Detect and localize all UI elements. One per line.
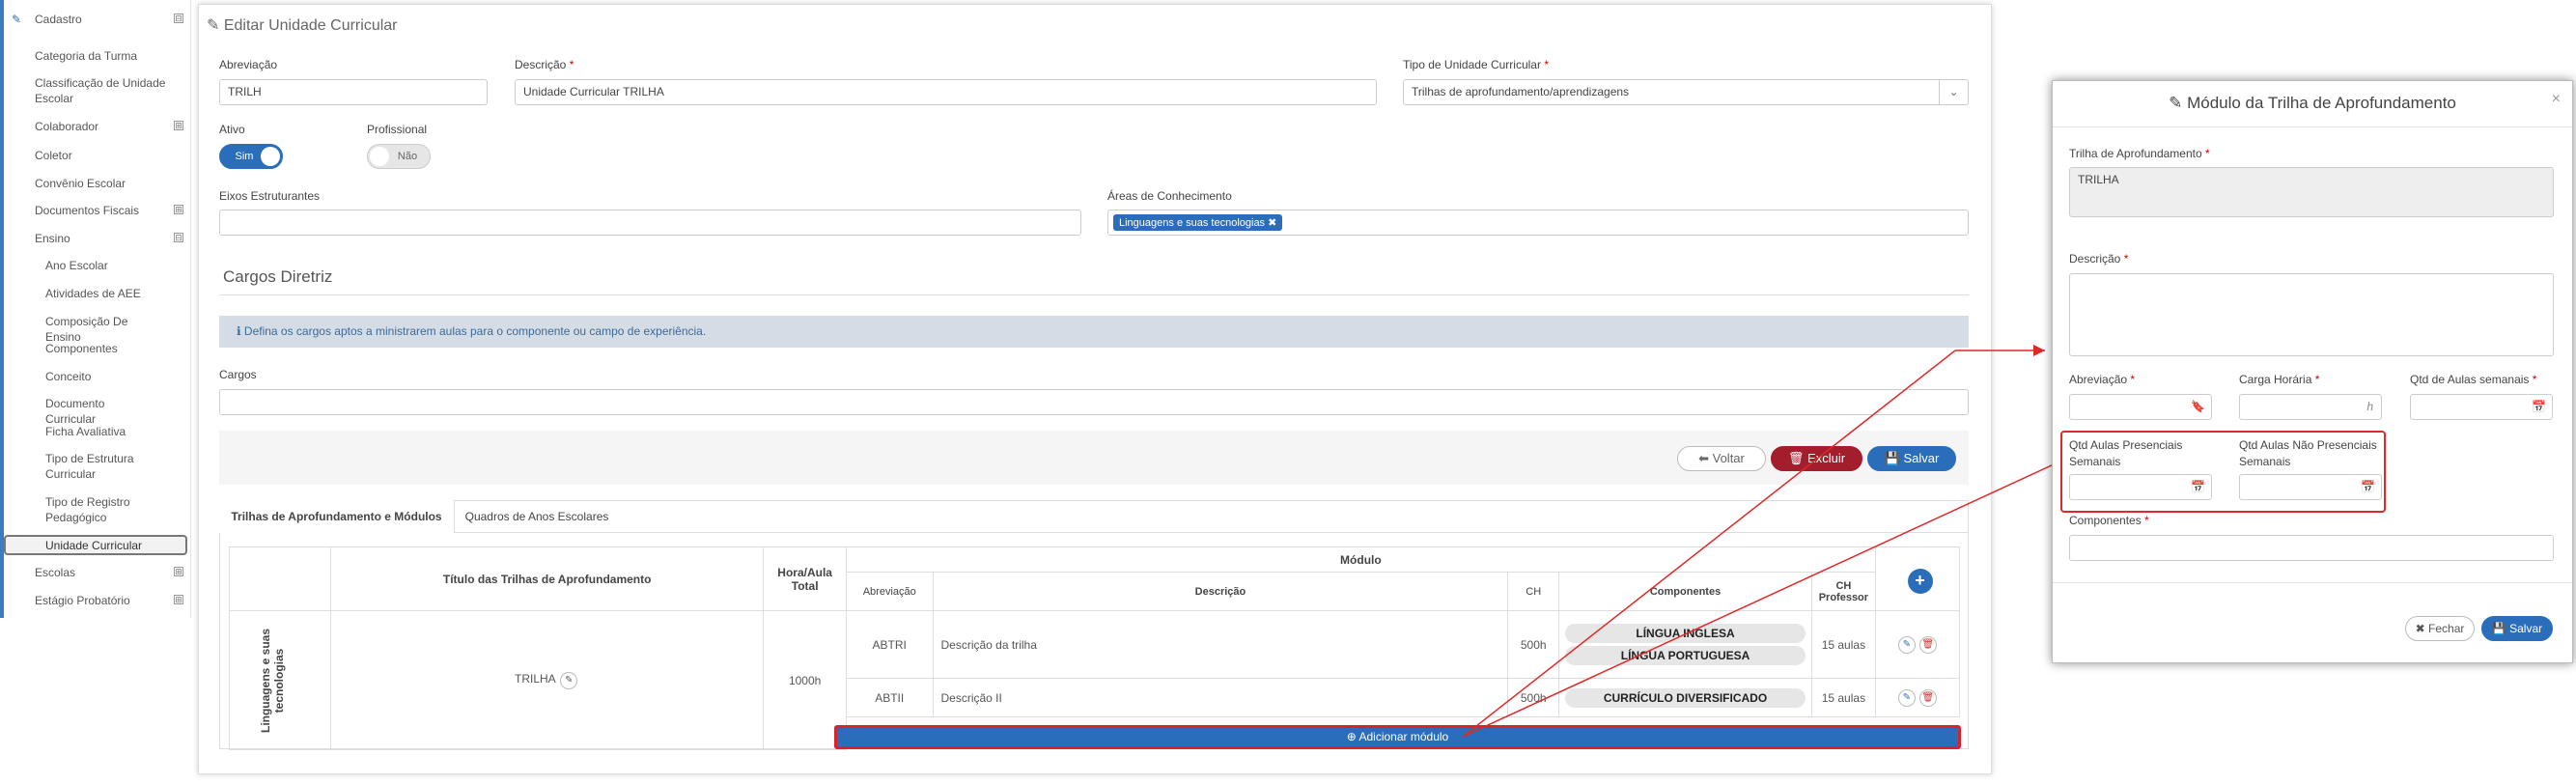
close-icon[interactable]: × xyxy=(2552,91,2561,108)
modal-abbr-input[interactable]: 🔖 xyxy=(2069,394,2212,420)
modal-save-button-label: Salvar xyxy=(2509,622,2543,635)
ch-label: Carga Horária xyxy=(2239,373,2312,386)
close-button[interactable]: ✖ Fechar xyxy=(2405,616,2475,641)
qtd-input[interactable]: 📅 xyxy=(2410,394,2553,420)
modal-comp-input[interactable] xyxy=(2069,535,2554,561)
modal-desc-label-wrap: Descrição * xyxy=(2069,252,2128,266)
required-mark: * xyxy=(2123,252,2129,266)
required-mark: * xyxy=(2205,147,2210,160)
trilha-field: TRILHA xyxy=(2069,167,2554,217)
modal-abbr-label-wrap: Abreviação * xyxy=(2069,373,2135,386)
qtd-label: Qtd de Aulas semanais xyxy=(2410,373,2530,386)
modal-comp-label: Componentes xyxy=(2069,514,2142,527)
ch-label-wrap: Carga Horária * xyxy=(2239,373,2319,386)
calendar-icon: 📅 xyxy=(2532,400,2546,413)
modal-desc-textarea[interactable] xyxy=(2069,273,2554,356)
npres-label: Qtd Aulas Não Presenciais Semanais xyxy=(2239,438,2377,468)
module-modal: ✎ Módulo da Trilha de Aprofundamento × T… xyxy=(2052,80,2573,663)
bookmark-icon: 🔖 xyxy=(2191,400,2205,413)
pres-input[interactable]: 📅 xyxy=(2069,474,2212,500)
required-mark: * xyxy=(2130,373,2136,386)
modal-title: Módulo da Trilha de Aprofundamento xyxy=(2187,94,2456,112)
trilha-value: TRILHA xyxy=(2078,173,2119,186)
modal-footer-divider xyxy=(2053,582,2572,583)
calendar-icon: 📅 xyxy=(2191,480,2205,493)
ch-input[interactable]: h xyxy=(2239,394,2382,420)
close-icon: ✖ xyxy=(2415,622,2429,635)
modal-desc-label: Descrição xyxy=(2069,252,2121,266)
modal-save-button[interactable]: 💾 Salvar xyxy=(2481,616,2553,641)
required-mark: * xyxy=(2144,514,2149,527)
modal-comp-label-wrap: Componentes * xyxy=(2069,514,2149,527)
npres-input[interactable]: 📅 xyxy=(2239,474,2382,500)
qtd-label-wrap: Qtd de Aulas semanais * xyxy=(2410,373,2536,386)
required-mark: * xyxy=(2532,373,2537,386)
trilha-label-wrap: Trilha de Aprofundamento * xyxy=(2069,147,2210,160)
trilha-label: Trilha de Aprofundamento xyxy=(2069,147,2202,160)
required-mark: * xyxy=(2314,373,2320,386)
edit-icon: ✎ xyxy=(2169,94,2188,112)
save-icon: 💾 xyxy=(2491,622,2510,635)
modal-abbr-label: Abreviação xyxy=(2069,373,2128,386)
pres-label: Qtd Aulas Presenciais Semanais xyxy=(2069,438,2183,468)
close-button-label: Fechar xyxy=(2428,622,2465,635)
hour-unit: h xyxy=(2366,400,2373,413)
modal-header: ✎ Módulo da Trilha de Aprofundamento xyxy=(2053,81,2572,127)
calendar-icon: 📅 xyxy=(2361,480,2375,493)
